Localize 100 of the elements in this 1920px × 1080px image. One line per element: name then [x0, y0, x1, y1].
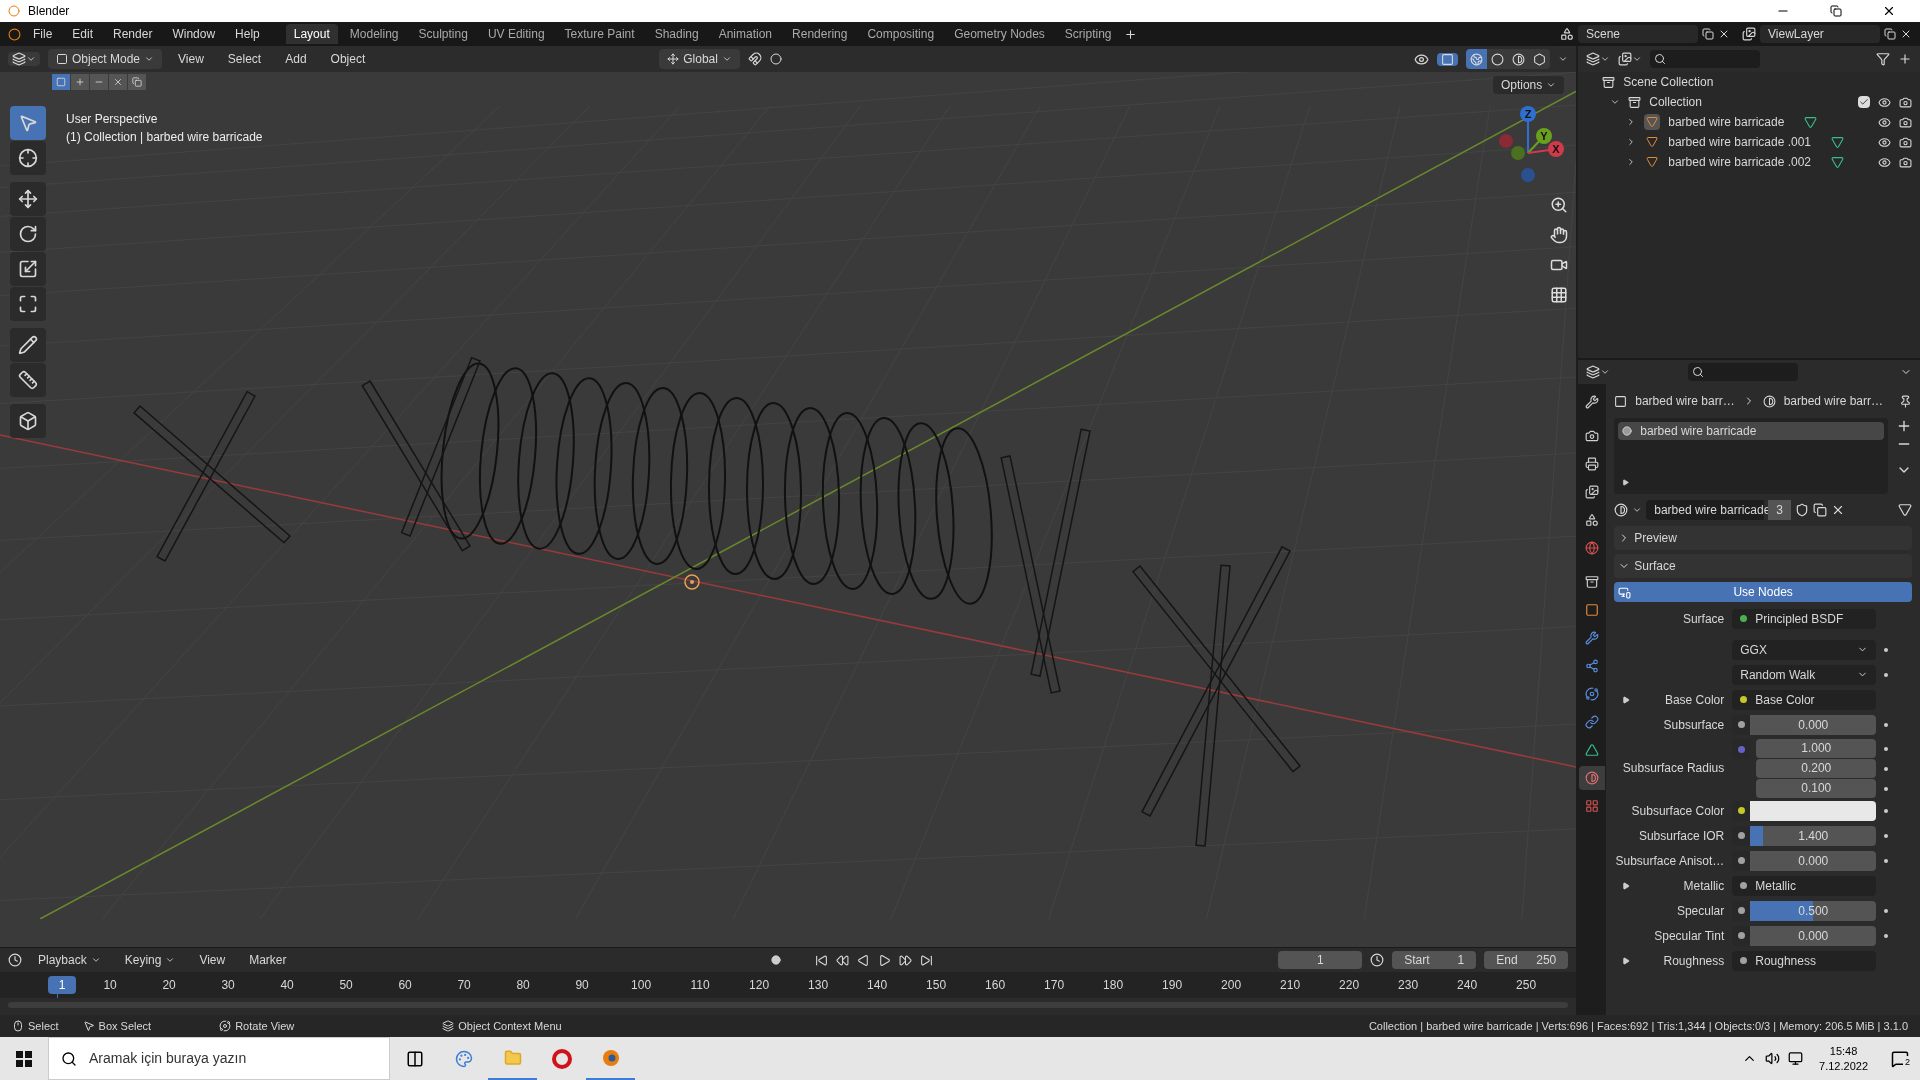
- workspace-tab[interactable]: Texture Paint: [556, 24, 643, 44]
- property-label: Roughness: [1663, 952, 1725, 970]
- linked-field[interactable]: Roughness: [1732, 950, 1877, 971]
- menu-item[interactable]: Playback: [30, 951, 109, 969]
- frame-number: 250: [1515, 977, 1538, 994]
- frame-number: 220: [1338, 977, 1361, 994]
- menu-item[interactable]: Keying: [116, 951, 184, 969]
- frame-number: 80: [515, 977, 531, 994]
- panel-header[interactable]: Preview: [1614, 526, 1912, 550]
- menu-item[interactable]: Render: [105, 25, 161, 43]
- axis-label: Z: [1524, 108, 1532, 120]
- slider-field[interactable]: 0.000: [1750, 925, 1877, 946]
- menu-item[interactable]: View: [191, 951, 234, 969]
- clock-time: 15:48: [1829, 1043, 1858, 1059]
- navigation-gizmo[interactable]: Z Y X: [1494, 100, 1577, 196]
- workspace-tab[interactable]: UV Editing: [479, 24, 553, 44]
- end-field[interactable]: End 250: [1484, 951, 1569, 969]
- frame-number: 90: [574, 977, 590, 994]
- workspace-tab[interactable]: Sculpting: [410, 24, 476, 44]
- frame-number: 180: [1102, 977, 1125, 994]
- menu-item[interactable]: File: [25, 25, 61, 43]
- start-field[interactable]: Start 1: [1392, 951, 1477, 969]
- scene-field[interactable]: Scene: [1578, 25, 1698, 43]
- frame-number: 210: [1279, 977, 1302, 994]
- workspace-tab[interactable]: Shading: [646, 24, 707, 44]
- frame-number: 100: [630, 977, 653, 994]
- orientation-dropdown[interactable]: Global: [659, 49, 740, 69]
- tree-item[interactable]: barbed wire barricade .002: [1668, 153, 1811, 171]
- linked-field[interactable]: Principled BSDF: [1732, 608, 1877, 629]
- number-field[interactable]: 0.200: [1756, 759, 1877, 778]
- viewport-info-text: User Perspective: [66, 111, 159, 128]
- property-label: Subsurface IOR: [1638, 827, 1725, 845]
- frame-number: 130: [807, 977, 830, 994]
- workspace-tab[interactable]: Scripting: [1056, 24, 1120, 44]
- dropdown[interactable]: GGX: [1732, 639, 1877, 660]
- frame-number: 70: [456, 977, 472, 994]
- slider-field[interactable]: 0.500: [1750, 900, 1877, 921]
- frame-number: 50: [338, 977, 354, 994]
- frame-field[interactable]: 1: [1278, 951, 1363, 969]
- taskbar-search-field[interactable]: Aramak için buraya yazın: [48, 1037, 390, 1080]
- workspace-tab[interactable]: Rendering: [784, 24, 856, 44]
- workspace-tab[interactable]: Modeling: [341, 24, 407, 44]
- menu-item[interactable]: View: [170, 50, 212, 68]
- slider-field[interactable]: 1.400: [1750, 825, 1877, 846]
- menu-item[interactable]: Select: [219, 50, 270, 68]
- frame-number: 170: [1043, 977, 1066, 994]
- viewport-info-text: (1) Collection | barbed wire barricade: [66, 129, 263, 146]
- frame-number: 230: [1397, 977, 1420, 994]
- notifications-button[interactable]: 2: [1880, 1049, 1920, 1068]
- menu-item[interactable]: Marker: [241, 951, 295, 969]
- property-label: Metallic: [1683, 877, 1725, 895]
- linked-field[interactable]: Metallic: [1732, 875, 1877, 896]
- frame-number: 40: [279, 977, 295, 994]
- axis-label: Y: [1540, 130, 1548, 142]
- property-label: Subsurface Color: [1631, 802, 1725, 820]
- material-slot[interactable]: barbed wire barricade: [1618, 422, 1884, 440]
- use-nodes-button[interactable]: Use Nodes: [1614, 582, 1912, 602]
- frame-number: 190: [1161, 977, 1184, 994]
- property-label: Subsurface: [1663, 716, 1725, 734]
- menu-item[interactable]: Edit: [64, 25, 102, 43]
- current-frame-marker[interactable]: 1: [48, 976, 76, 994]
- breadcrumb-item[interactable]: barbed wire barr…: [1635, 392, 1735, 410]
- property-label: Specular Tint: [1654, 927, 1725, 945]
- workspace-tab[interactable]: Layout: [285, 24, 338, 44]
- tree-item[interactable]: barbed wire barricade: [1668, 113, 1785, 131]
- options-button[interactable]: Options: [1492, 76, 1565, 94]
- workspace-tab[interactable]: Animation: [710, 24, 781, 44]
- dropdown[interactable]: Random Walk: [1732, 664, 1877, 685]
- menu-item[interactable]: Add: [277, 50, 315, 68]
- workspace-tab[interactable]: Compositing: [859, 24, 943, 44]
- property-label: Surface: [1682, 610, 1725, 628]
- clock-date: 7.12.2022: [1819, 1058, 1868, 1074]
- window-title: Blender: [28, 3, 70, 20]
- menu-item[interactable]: Help: [227, 25, 268, 43]
- tree-item[interactable]: barbed wire barricade .001: [1668, 133, 1811, 151]
- menu-item[interactable]: Object: [322, 50, 374, 68]
- view-layer-field[interactable]: ViewLayer: [1760, 25, 1880, 43]
- linked-field[interactable]: Base Color: [1732, 689, 1877, 710]
- frame-number: 10: [102, 977, 118, 994]
- slider-field[interactable]: 0.000: [1750, 714, 1877, 735]
- frame-number: 150: [925, 977, 948, 994]
- frame-number: 240: [1456, 977, 1479, 994]
- frame-number: 20: [161, 977, 177, 994]
- frame-number: 110: [689, 977, 711, 994]
- menu-item[interactable]: Window: [164, 25, 224, 43]
- mode-dropdown[interactable]: Object Mode: [48, 49, 163, 69]
- slider-field[interactable]: 0.000: [1750, 850, 1877, 871]
- frame-number: 120: [748, 977, 771, 994]
- status-hint: Object Context Menu: [458, 1018, 562, 1034]
- user-count: 3: [1768, 500, 1791, 520]
- property-label: Base Color: [1664, 691, 1725, 709]
- tree-item[interactable]: Scene Collection: [1623, 73, 1714, 91]
- workspace-tab[interactable]: Geometry Nodes: [946, 24, 1053, 44]
- frame-number: 60: [397, 977, 413, 994]
- number-field[interactable]: 1.000: [1756, 739, 1877, 758]
- panel-header[interactable]: Surface: [1614, 554, 1912, 578]
- property-label: Specular: [1676, 902, 1725, 920]
- number-field[interactable]: 0.100: [1756, 779, 1877, 798]
- tree-item[interactable]: Collection: [1649, 93, 1702, 111]
- breadcrumb-item[interactable]: barbed wire barr…: [1783, 392, 1883, 410]
